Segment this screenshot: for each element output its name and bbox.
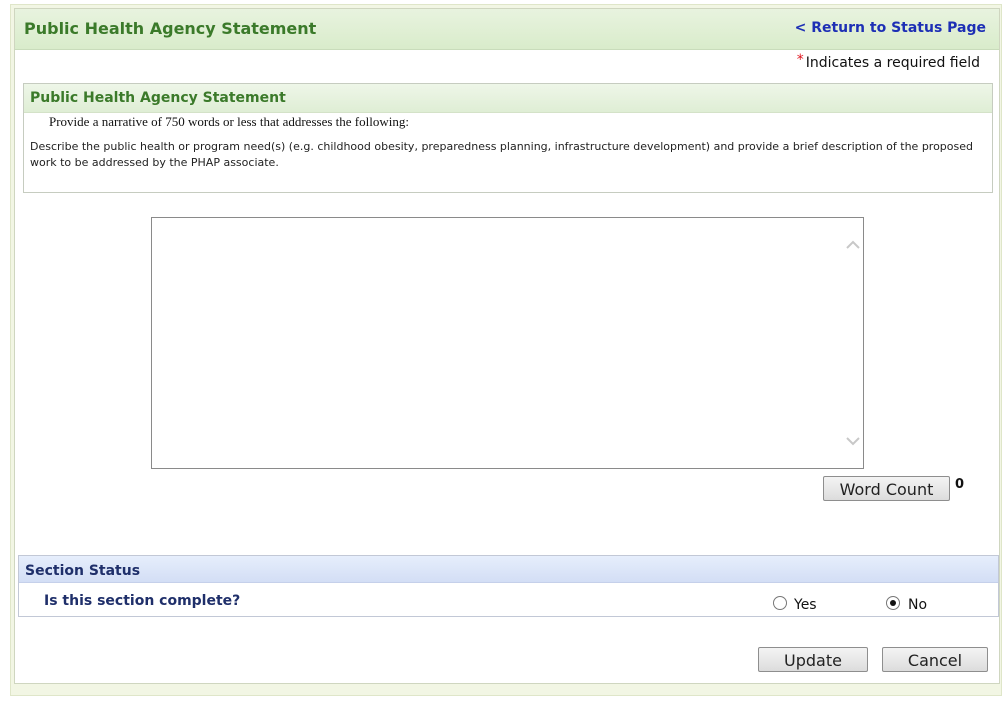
- statement-description: Describe the public health or program ne…: [30, 140, 974, 169]
- section-complete-question: Is this section complete?: [44, 593, 241, 609]
- complete-yes-radio[interactable]: [773, 596, 787, 610]
- required-star: *: [796, 52, 804, 68]
- word-count-button[interactable]: Word Count: [823, 476, 950, 501]
- section-status-title: Section Status: [25, 563, 141, 579]
- page-title: Public Health Agency Statement: [24, 19, 317, 38]
- complete-no-label[interactable]: No: [908, 597, 927, 613]
- main-panel: Public Health Agency Statement < Return …: [14, 8, 1000, 684]
- complete-no-radio[interactable]: [886, 596, 900, 610]
- statement-prompt: Provide a narrative of 750 words or less…: [49, 114, 409, 129]
- update-button[interactable]: Update: [758, 647, 868, 672]
- complete-yes-label[interactable]: Yes: [794, 597, 817, 613]
- scroll-up-icon[interactable]: [845, 237, 861, 253]
- section-status-box: Section Status Is this section complete?…: [18, 555, 999, 617]
- cancel-button[interactable]: Cancel: [882, 647, 988, 672]
- return-to-status-link[interactable]: < Return to Status Page: [795, 20, 986, 36]
- required-field-note: * Indicates a required field: [796, 52, 980, 71]
- statement-section-header: Public Health Agency Statement: [24, 84, 992, 113]
- required-note-text: Indicates a required field: [805, 55, 980, 71]
- section-status-header: Section Status: [19, 556, 998, 583]
- header-bar: Public Health Agency Statement < Return …: [15, 9, 999, 50]
- narrative-textarea[interactable]: [151, 217, 864, 469]
- scroll-down-icon[interactable]: [845, 433, 861, 449]
- statement-instructions-box: Public Health Agency Statement Provide a…: [23, 83, 993, 193]
- word-count-value: 0: [955, 477, 965, 492]
- statement-section-title: Public Health Agency Statement: [30, 90, 286, 106]
